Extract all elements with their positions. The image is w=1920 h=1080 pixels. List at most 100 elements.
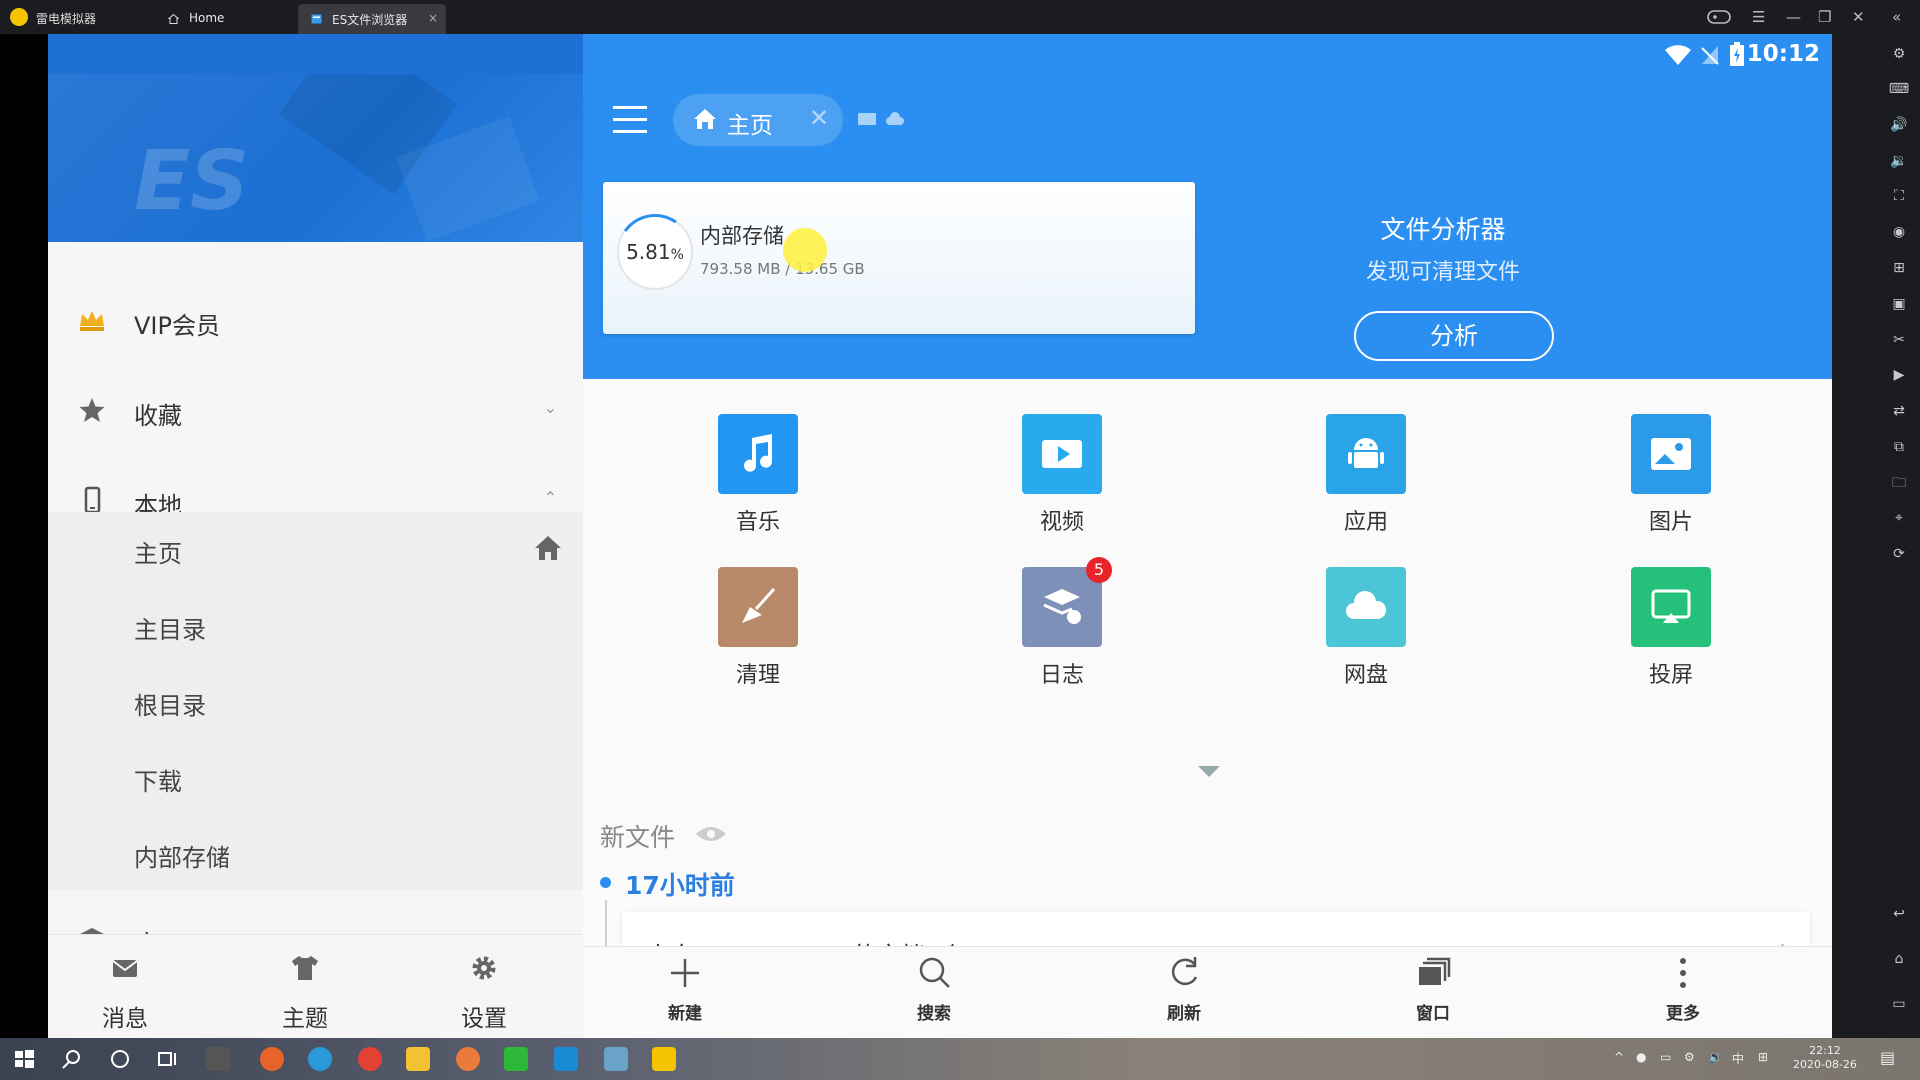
maximize-icon[interactable]: ❐ — [1818, 8, 1831, 26]
ldplayer-icon[interactable] — [652, 1047, 676, 1071]
local-sub-download[interactable]: 下载 — [48, 740, 583, 816]
category-log[interactable]: 5 日志 — [982, 557, 1142, 689]
task-view-icon[interactable] — [156, 1047, 180, 1071]
analyze-button[interactable]: 分析 — [1354, 311, 1554, 361]
search-icon[interactable] — [60, 1047, 84, 1071]
menu-icon[interactable]: ☰ — [1752, 8, 1765, 26]
skype-icon[interactable] — [554, 1047, 578, 1071]
screenshot-icon[interactable]: ⛶ — [1887, 185, 1911, 207]
drawer-item-vip[interactable]: VIP会员 — [48, 276, 583, 366]
emulator-tab-home[interactable]: Home — [155, 4, 295, 34]
local-sub-home[interactable]: 主页 — [48, 512, 583, 588]
cloud-icon[interactable] — [885, 111, 905, 127]
local-sub-internal-storage[interactable]: 内部存储 — [48, 816, 583, 892]
cortana-icon[interactable] — [108, 1047, 132, 1071]
windows-start-icon[interactable] — [12, 1047, 36, 1071]
location-icon[interactable]: ⌖ — [1887, 507, 1911, 529]
more-vertical-icon — [1680, 958, 1686, 988]
close-tab-icon[interactable]: × — [428, 11, 438, 25]
record-icon[interactable]: ◉ — [1887, 221, 1911, 243]
tray-keyboard-icon[interactable]: ⊞ — [1758, 1050, 1768, 1064]
tray-chevron-up-icon[interactable]: ^ — [1614, 1050, 1624, 1064]
folder-icon[interactable]: 🗀 — [1887, 472, 1911, 494]
android-home-icon[interactable]: ⌂ — [1887, 948, 1911, 970]
gamepad-icon[interactable] — [1707, 8, 1731, 30]
windows-button[interactable]: 窗口 — [1373, 953, 1493, 1024]
wechat-icon[interactable] — [504, 1047, 528, 1071]
drawer-settings-button[interactable]: 设置 — [424, 943, 544, 1033]
recent-apps-icon[interactable]: ▭ — [1887, 993, 1911, 1015]
video-icon[interactable]: ▶ — [1887, 364, 1911, 386]
more-button[interactable]: 更多 — [1623, 953, 1743, 1024]
eye-icon[interactable] — [695, 824, 727, 844]
main-panel: 主页 ✕ 5.81% 内部存储 793.58 MB / 13.65 GB 文件分… — [583, 34, 1832, 1038]
home-icon[interactable] — [533, 534, 563, 562]
browser-icon[interactable] — [456, 1047, 480, 1071]
drawer-messages-button[interactable]: 消息 — [65, 943, 185, 1033]
settings-gear-icon[interactable]: ⚙ — [1887, 43, 1911, 65]
tab-home-label: 主页 — [727, 113, 773, 139]
category-images[interactable]: 图片 — [1591, 414, 1751, 536]
sync-icon[interactable]: ⇄ — [1887, 400, 1911, 422]
local-sub-root[interactable]: 根目录 — [48, 664, 583, 740]
collapse-sidebar-icon[interactable]: « — [1892, 8, 1901, 26]
android-icon — [1348, 438, 1384, 468]
close-tab-icon[interactable]: ✕ — [809, 104, 829, 132]
window-icon[interactable] — [857, 111, 877, 127]
apk-icon[interactable]: ▣ — [1887, 293, 1911, 315]
chevron-up-icon[interactable]: ⌃ — [544, 488, 557, 507]
category-music[interactable]: 音乐 — [678, 414, 838, 536]
notification-icon[interactable]: ▤ — [1880, 1048, 1895, 1067]
local-sub-home-dir[interactable]: 主目录 — [48, 588, 583, 664]
storage-size: 793.58 MB / 13.65 GB — [700, 260, 865, 278]
wifi-icon — [1665, 45, 1691, 65]
storage-percent: 5.81% — [626, 240, 684, 264]
cleaner-tile — [718, 567, 798, 647]
refresh-button[interactable]: 刷新 — [1124, 953, 1244, 1024]
new-button[interactable]: 新建 — [625, 953, 745, 1024]
expand-categories-icon[interactable] — [1198, 766, 1220, 777]
category-cloud[interactable]: 网盘 — [1286, 567, 1446, 689]
drawer-theme-button[interactable]: 主题 — [245, 943, 365, 1033]
minimize-icon[interactable]: — — [1786, 8, 1801, 26]
volume-down-icon[interactable]: 🔉 — [1887, 150, 1911, 172]
toolbar-label: 更多 — [1666, 1004, 1700, 1024]
tray-volume-icon[interactable]: 🔉 — [1708, 1050, 1723, 1064]
multi-instance-icon[interactable]: ⧉ — [1887, 436, 1911, 458]
edge-icon[interactable] — [308, 1047, 332, 1071]
volume-up-icon[interactable]: 🔊 — [1887, 114, 1911, 136]
back-icon[interactable]: ↩ — [1887, 903, 1911, 925]
category-cast[interactable]: 投屏 — [1591, 567, 1751, 689]
rotate-icon[interactable]: ⟳ — [1887, 543, 1911, 565]
layers-clock-icon — [1043, 589, 1081, 624]
keyboard-icon[interactable]: ⌨ — [1887, 78, 1911, 100]
add-app-icon[interactable]: ⊞ — [1887, 257, 1911, 279]
app-grid-icon[interactable] — [206, 1047, 230, 1071]
chrome-icon[interactable] — [358, 1047, 382, 1071]
file-explorer-icon[interactable] — [406, 1047, 430, 1071]
search-button[interactable]: 搜索 — [874, 953, 994, 1024]
chevron-down-icon[interactable]: ⌄ — [544, 398, 557, 417]
firefox-icon[interactable] — [260, 1047, 284, 1071]
category-video[interactable]: 视频 — [982, 414, 1142, 536]
refresh-icon — [1171, 957, 1198, 986]
folder-app-icon[interactable] — [604, 1047, 628, 1071]
category-label: 清理 — [735, 663, 780, 688]
internal-storage-card[interactable]: 5.81% 内部存储 793.58 MB / 13.65 GB — [603, 182, 1195, 334]
drawer-item-favorites[interactable]: 收藏 ⌄ — [48, 366, 583, 456]
category-apps[interactable]: 应用 — [1286, 414, 1446, 536]
cast-screen-icon — [1651, 589, 1691, 623]
tray-ime-indicator[interactable]: 中 — [1732, 1050, 1744, 1067]
category-cleaner[interactable]: 清理 — [678, 567, 838, 689]
tray-settings-icon[interactable]: ⚙ — [1684, 1050, 1695, 1064]
tray-network-icon[interactable]: ▭ — [1660, 1050, 1671, 1064]
hamburger-menu-icon[interactable] — [613, 106, 647, 134]
tray-app-icon[interactable]: ● — [1636, 1050, 1646, 1064]
emulator-tab-es[interactable]: ES文件浏览器 × — [298, 4, 446, 34]
main-header: 主页 ✕ 5.81% 内部存储 793.58 MB / 13.65 GB 文件分… — [583, 34, 1832, 379]
scissors-icon[interactable]: ✂ — [1887, 329, 1911, 351]
close-window-icon[interactable]: ✕ — [1852, 8, 1865, 26]
toolbar-label: 新建 — [668, 1004, 702, 1024]
taskbar-clock[interactable]: 22:12 2020-08-26 — [1793, 1044, 1857, 1072]
tab-home[interactable]: 主页 ✕ — [673, 94, 843, 146]
